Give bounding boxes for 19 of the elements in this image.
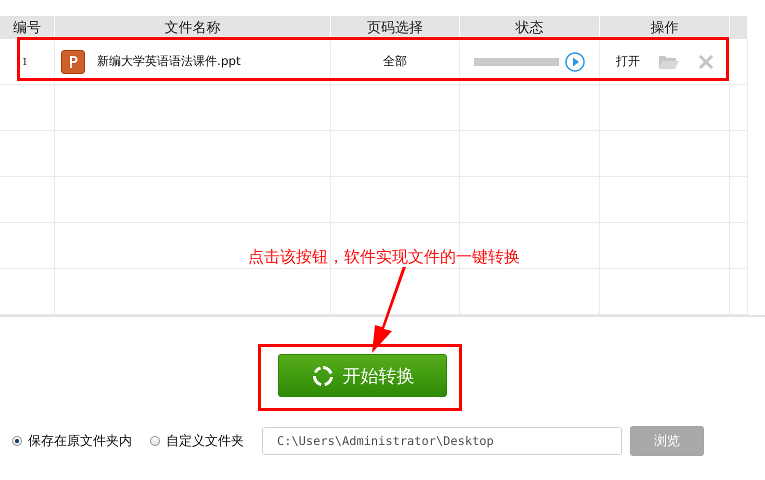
radio-option[interactable]: 自定义文件夹 — [150, 432, 244, 450]
table-cell: 全部 — [331, 39, 460, 85]
path-field[interactable]: C:\Users\Administrator\Desktop — [262, 427, 622, 455]
column-header: 状态 — [460, 16, 600, 39]
column-header: 页码选择 — [331, 16, 460, 39]
annotation-text: 点击该按钮，软件实现文件的一键转换 — [248, 247, 520, 268]
column-header: 文件名称 — [55, 16, 331, 39]
column-header: 操作 — [600, 16, 730, 39]
presentation-file-icon — [61, 50, 85, 74]
refresh-icon — [310, 364, 334, 388]
radio-option[interactable]: 保存在原文件夹内 — [12, 432, 132, 450]
folder-icon[interactable] — [658, 54, 680, 70]
open-link[interactable]: 打开 — [616, 53, 640, 70]
play-icon[interactable] — [565, 52, 585, 72]
file-name: 新编大学英语语法课件.ppt — [97, 53, 241, 70]
column-header: 编号 — [0, 16, 55, 39]
table-cell: 1 — [0, 39, 55, 85]
close-icon[interactable] — [698, 54, 714, 70]
start-button[interactable]: 开始转换 — [278, 354, 447, 397]
